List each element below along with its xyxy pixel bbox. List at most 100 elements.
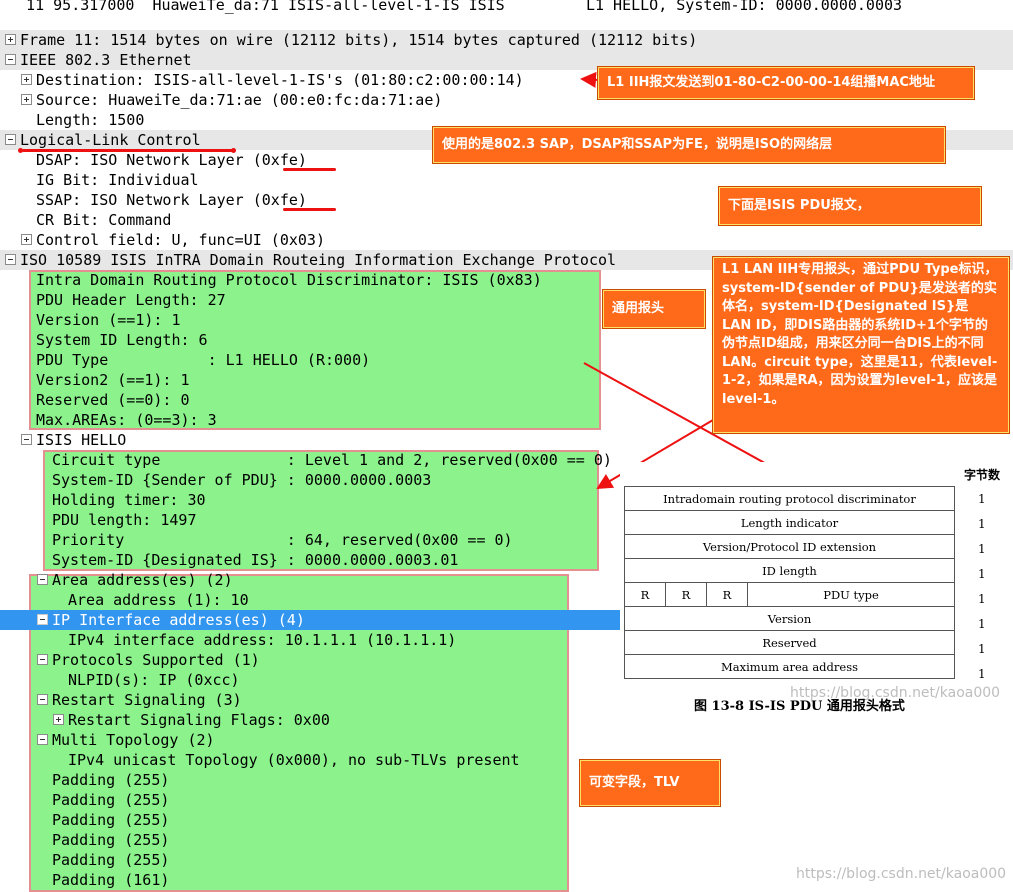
tree-row-label: Intra Domain Routing Protocol Discrimina… [36,271,542,289]
callout-tlv: 可变字段，TLV [580,760,720,806]
expand-icon[interactable] [53,714,64,725]
tree-row-label: Circuit type : Level 1 and 2, reserved(0… [52,451,612,469]
tree-row-label: System-ID {Designated IS} : 0000.0000.00… [52,551,459,569]
tree-row-label: Protocols Supported (1) [52,651,260,669]
tree-row-label: Multi Topology (2) [52,731,215,749]
fig-byte-count: 1 [978,567,986,581]
tree-row-label: Padding (161) [52,871,170,889]
fig-row-id-length: ID length [624,558,955,583]
expand-icon[interactable] [21,74,32,85]
dsap-underline [283,168,336,171]
tree-row-label: IPv4 interface address: 10.1.1.1 (10.1.1… [68,631,457,649]
tree-row-label: IEEE 802.3 Ethernet [20,51,192,69]
tree-row-label: CR Bit: Command [36,211,172,229]
tree-row-label: IG Bit: Individual [36,171,199,189]
tree-row-label: PDU Type : L1 HELLO (R:000) [36,351,371,369]
tree-row-label: Version (==1): 1 [36,311,181,329]
tree-row[interactable]: Multi Topology (2) [0,730,1013,750]
fig-row-discriminator: Intradomain routing protocol discriminat… [624,486,955,511]
tree-row-label: System-ID {Sender of PDU} : 0000.0000.00… [52,471,432,489]
tree-row-label: Padding (255) [52,791,170,809]
tree-row-label: IP Interface address(es) (4) [52,611,305,629]
fig-row-max-area: Maximum area address [624,654,955,679]
tree-row-label: Padding (255) [52,811,170,829]
ssap-underline [283,208,336,211]
callout-pdu: 下面是ISIS PDU报文， [719,187,981,225]
tree-row[interactable]: ISIS HELLO [0,430,1013,450]
tree-row-label: Restart Signaling (3) [52,691,242,709]
tree-row[interactable]: Padding (255) [0,830,1013,850]
tree-row-label: Restart Signaling Flags: 0x00 [68,711,330,729]
fig-row-pdu-type: PDU type [747,582,955,607]
callout-mac: L1 IIH报文发送到01-80-C2-00-00-14组播MAC地址 [598,67,974,99]
tree-row-label: SSAP: ISO Network Layer (0xfe) [36,191,307,209]
packet-list-row[interactable]: 11 95.317000 HuaweiTe_da:71 ISIS-all-lev… [0,0,1013,15]
tree-row-label: Length: 1500 [36,111,145,129]
fig-byte-count: 1 [978,642,986,656]
fig-row-length: Length indicator [624,510,955,535]
tree-row-label: Control field: U, func=UI (0x03) [36,231,325,249]
collapse-icon[interactable] [21,434,32,445]
tree-row-label: ISIS HELLO [36,431,127,449]
tree-row[interactable]: IPv4 unicast Topology (0x000), no sub-TL… [0,750,1013,770]
fig-byte-count: 1 [978,517,986,531]
fig-r-bit: R [624,582,666,607]
pdu-format-table: Intradomain routing protocol discriminat… [624,486,955,679]
collapse-icon[interactable] [37,694,48,705]
tree-row-label: IPv4 unicast Topology (0x000), no sub-TL… [68,751,520,769]
callout-sap: 使用的是802.3 SAP，DSAP和SSAP为FE，说明是ISO的网络层 [433,127,945,163]
collapse-icon[interactable] [5,54,16,65]
expand-icon[interactable] [21,234,32,245]
tree-row-label: Padding (255) [52,851,170,869]
tree-row[interactable]: Control field: U, func=UI (0x03) [0,230,1013,250]
fig-byte-count: 1 [978,667,986,681]
collapse-icon[interactable] [37,734,48,745]
expand-icon[interactable] [5,34,16,45]
tree-row-label: Padding (255) [52,771,170,789]
llc-underline [22,149,234,152]
fig-byte-count: 1 [978,592,986,606]
tree-row-label: System ID Length: 6 [36,331,208,349]
expand-icon[interactable] [21,94,32,105]
fig-byte-count: 1 [978,617,986,631]
page-watermark: https://blog.csdn.net/kaoa000 [796,866,1007,882]
tree-row-label: NLPID(s): IP (0xcc) [68,671,240,689]
fig-row-reserved: Reserved [624,630,955,655]
fig-row-version: Version [624,606,955,631]
tree-row-label: Area address(es) (2) [52,571,233,589]
tree-row-label: Padding (255) [52,831,170,849]
collapse-icon[interactable] [5,134,16,145]
tree-row-label: DSAP: ISO Network Layer (0xfe) [36,151,307,169]
tree-row-label: Area address (1): 10 [68,591,249,609]
tree-row-label: Frame 11: 1514 bytes on wire (12112 bits… [20,31,698,49]
fig-byte-count: 1 [978,492,986,506]
tree-row-label: Logical-Link Control [20,131,201,149]
tree-row[interactable]: Padding (255) [0,810,1013,830]
fig-byte-count: 1 [978,542,986,556]
tree-row[interactable]: Padding (255) [0,790,1013,810]
fig-r-bit: R [665,582,707,607]
collapse-icon[interactable] [5,254,16,265]
callout-common-header: 通用报头 [603,290,705,328]
llc-underline-dot [231,148,236,153]
tree-row-label: PDU Header Length: 27 [36,291,226,309]
bytes-column-header: 字节数 [964,468,1001,482]
collapse-icon[interactable] [37,654,48,665]
tree-row-label: PDU length: 1497 [52,511,197,529]
tree-row-label: Priority : 64, reserved(0x00 == 0) [52,531,513,549]
fig-r-bit: R [706,582,748,607]
tree-row-label: Version2 (==1): 1 [36,371,190,389]
tree-row-label: Max.AREAs: (0==3): 3 [36,411,217,429]
fig-row-version-ext: Version/Protocol ID extension [624,534,955,559]
tree-row[interactable]: Padding (255) [0,770,1013,790]
isis-pdu-header-figure: 字节数 Intradomain routing protocol discrim… [620,462,1013,722]
tree-row-label: Source: HuaweiTe_da:71:ae (00:e0:fc:da:7… [36,91,443,109]
collapse-icon[interactable] [37,574,48,585]
collapse-icon[interactable] [37,614,48,625]
figure-caption: 图 13-8 IS-IS PDU 通用报头格式 [694,699,905,714]
tree-row-label: Destination: ISIS-all-level-1-IS's (01:8… [36,71,524,89]
packet-summary: 11 95.317000 HuaweiTe_da:71 ISIS-all-lev… [8,0,903,14]
tree-row-label: Holding timer: 30 [52,491,206,509]
tree-row[interactable]: Frame 11: 1514 bytes on wire (12112 bits… [0,30,1013,50]
callout-lan-iih: L1 LAN IIH专用报头，通过PDU Type标识，system-ID{se… [713,257,1009,433]
